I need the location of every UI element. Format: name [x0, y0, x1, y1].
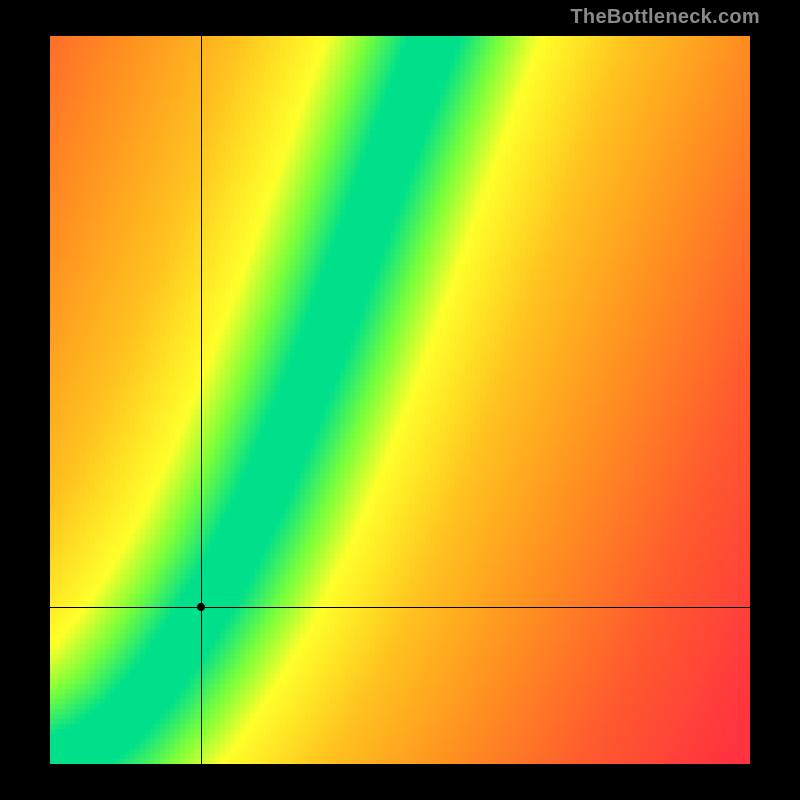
- crosshair-vertical: [201, 36, 202, 764]
- heatmap-canvas: [50, 36, 750, 764]
- chart-frame: TheBottleneck.com: [0, 0, 800, 800]
- marker-dot: [197, 603, 205, 611]
- crosshair-horizontal: [50, 607, 750, 608]
- watermark-label: TheBottleneck.com: [570, 6, 760, 29]
- plot-area: [50, 36, 750, 764]
